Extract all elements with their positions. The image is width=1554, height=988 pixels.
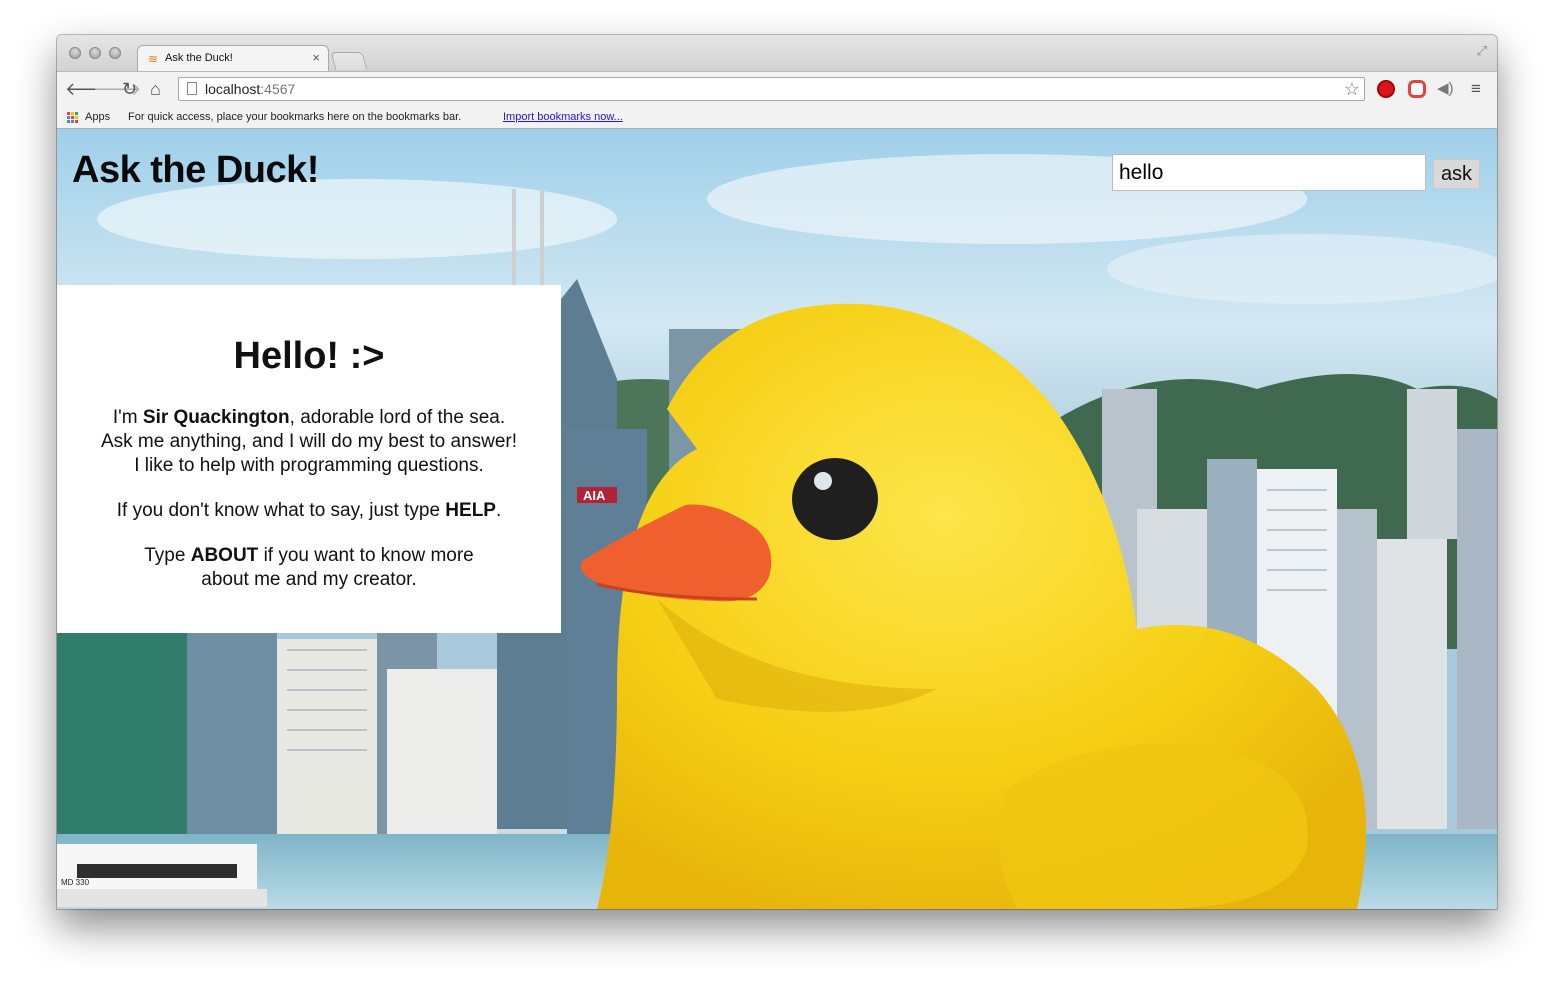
bookmarks-bar: Apps For quick access, place your bookma… [57,107,1497,129]
welcome-card: Hello! :> I'm Sir Quackington, adorable … [57,285,561,633]
tab-strip: ≋ Ask the Duck! × ⤢ [57,35,1497,72]
about-keyword: ABOUT [190,545,259,566]
tab-title: Ask the Duck! [165,52,233,64]
browser-window: ≋ Ask the Duck! × ⤢ 🡐 🡒 ↻ ⌂ localhost:45… [57,35,1497,909]
reload-icon[interactable]: ↻ [122,78,137,100]
intro-paragraph: I'm Sir Quackington, adorable lord of th… [100,407,518,476]
favicon-icon: ≋ [148,52,159,66]
address-bar[interactable]: localhost:4567 ☆ [178,77,1365,101]
bookmark-star-icon[interactable]: ☆ [1344,79,1360,100]
card-heading: Hello! :> [233,335,385,377]
extension-icon[interactable] [1408,80,1426,98]
url-text[interactable]: localhost:4567 [205,81,295,97]
import-bookmarks-link[interactable]: Import bookmarks now... [503,111,623,123]
tab-close-icon[interactable]: × [312,50,320,65]
help-keyword: HELP [445,500,496,521]
site-title: Ask the Duck! [72,149,319,191]
menu-icon[interactable]: ≡ [1471,78,1481,100]
apps-label[interactable]: Apps [85,111,110,123]
zoom-window-button[interactable] [109,47,121,59]
question-input[interactable] [1112,154,1426,191]
tab-ask-the-duck[interactable]: ≋ Ask the Duck! × [137,45,329,72]
apps-icon[interactable] [67,112,78,123]
page-icon [187,82,197,95]
home-icon[interactable]: ⌂ [150,78,161,100]
fullscreen-icon[interactable]: ⤢ [1477,43,1487,59]
extension-icon[interactable] [1377,80,1395,98]
about-paragraph: Type ABOUT if you want to know more abou… [144,545,474,590]
new-tab-button[interactable] [330,52,368,70]
close-window-button[interactable] [69,47,81,59]
ferry-label: MD 330 [61,878,90,887]
minimize-window-button[interactable] [89,47,101,59]
ask-button[interactable]: ask [1433,159,1480,189]
bookmarks-hint: For quick access, place your bookmarks h… [128,111,462,123]
extension-icon[interactable]: ◀) [1437,78,1454,100]
aia-sign: AIA [583,488,606,503]
help-paragraph: If you don't know what to say, just type… [116,500,502,521]
page-viewport: AIA MD 330 Ask the Duck! hello ask Hello… [57,129,1497,909]
browser-toolbar: 🡐 🡒 ↻ ⌂ localhost:4567 ☆ ◀) ≡ [57,71,1497,107]
duck-name: Sir Quackington [142,407,290,428]
